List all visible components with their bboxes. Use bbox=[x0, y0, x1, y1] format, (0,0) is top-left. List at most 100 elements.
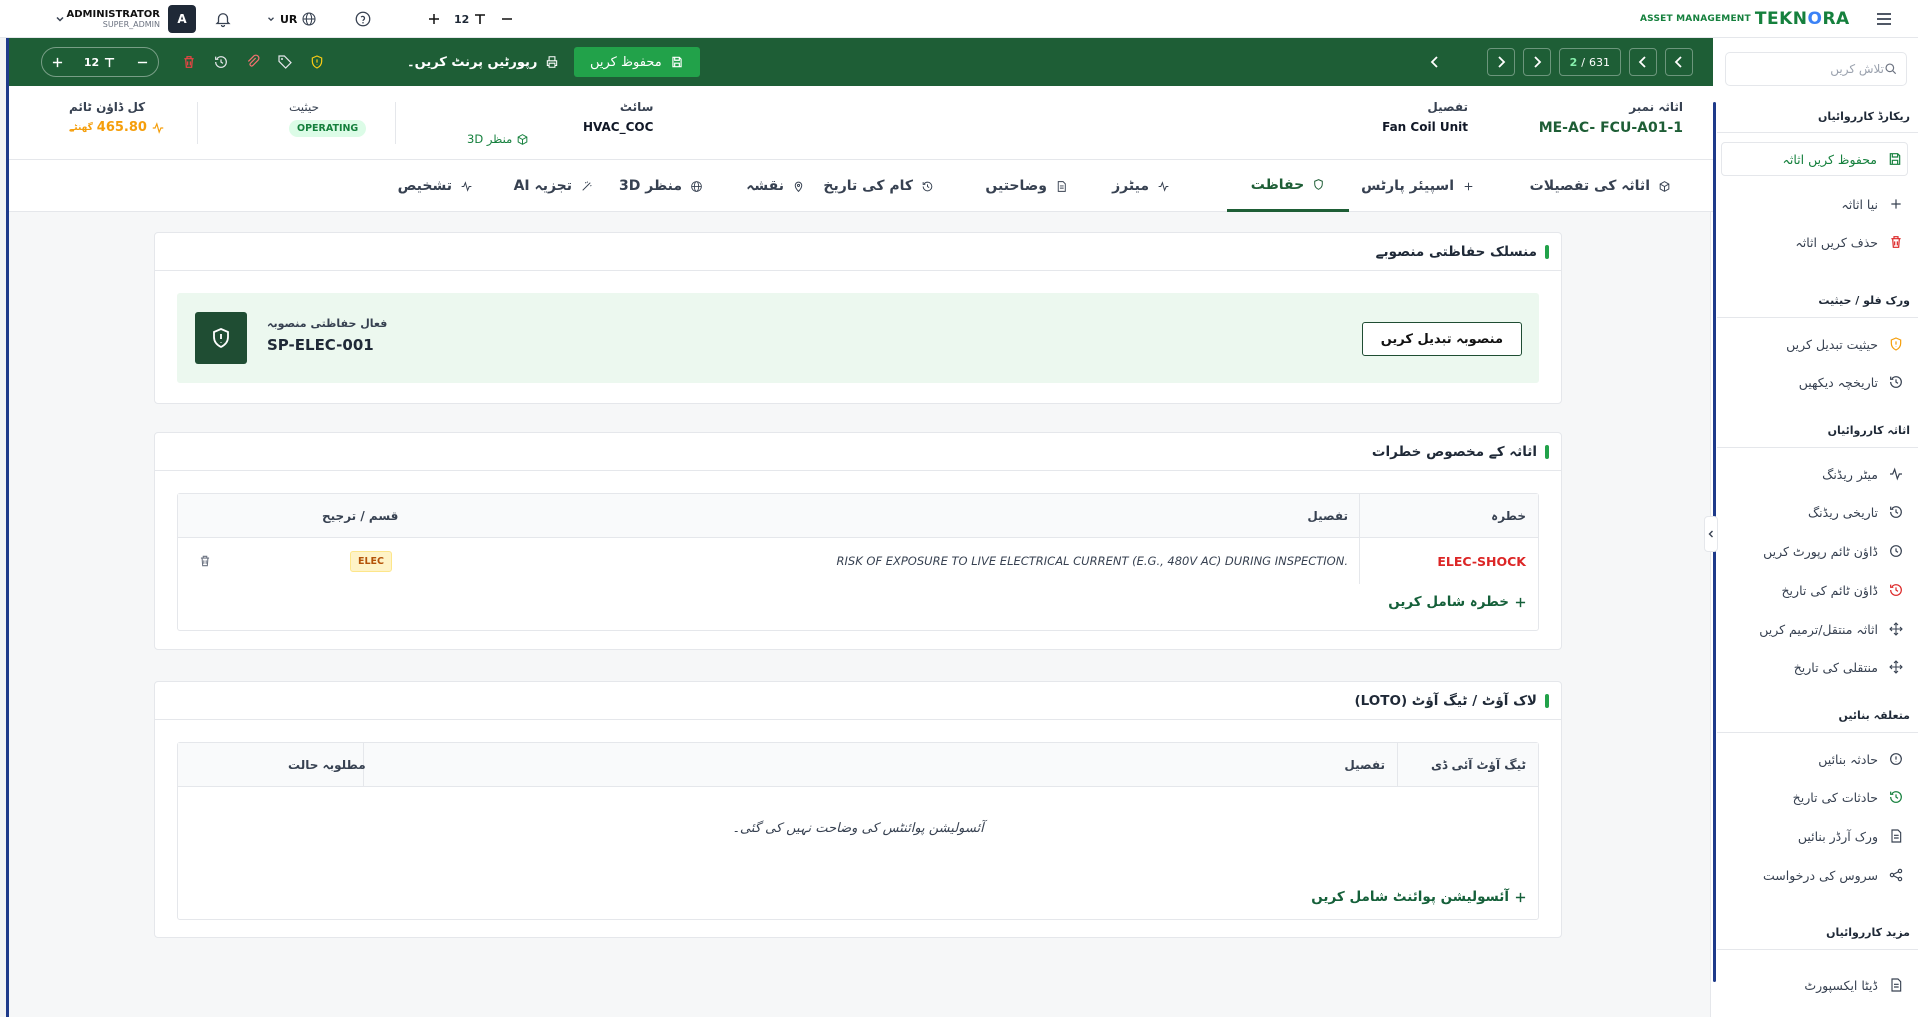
brand-subtitle: ASSET MANAGEMENT bbox=[1640, 14, 1751, 24]
sidebar-item-label: ڈاؤن ٹائم کی تاریخ bbox=[1781, 582, 1878, 598]
sidebar-item-create-incident[interactable]: حادثہ بنائیں bbox=[1721, 742, 1908, 776]
sidebar-item-service-request[interactable]: سروس کی درخواست bbox=[1721, 858, 1908, 892]
page-current: 2 bbox=[1569, 55, 1578, 69]
total-downtime-field: کل ڈاؤن ٹائم 465.80 گھنٹے bbox=[69, 100, 165, 135]
delete-icon[interactable] bbox=[181, 54, 197, 70]
sidebar-item-move-asset[interactable]: اثاثہ منتقل/ترمیم کریں bbox=[1721, 612, 1908, 646]
sidebar: ریکارڈ کارروائیاں محفوظ کریں اثاثہ نیا ا… bbox=[1710, 38, 1918, 1017]
hamburger-menu-icon[interactable] bbox=[1874, 0, 1898, 38]
sidebar-item-incident-history[interactable]: حادثات کی تاریخ bbox=[1721, 780, 1908, 814]
sidebar-item-history[interactable]: تاریخچہ دیکھیں bbox=[1721, 365, 1908, 399]
tab-meters[interactable]: میٹرز bbox=[1112, 160, 1170, 212]
print-reports-button[interactable]: رپورٹیں پرنٹ کریں۔ bbox=[407, 47, 559, 77]
document-icon bbox=[1891, 978, 1902, 992]
brand-logo[interactable]: ASSET MANAGEMENT TEKNORA bbox=[1640, 0, 1850, 38]
tab-3d-view[interactable]: 3D منظر bbox=[619, 160, 703, 212]
globe-icon bbox=[302, 12, 316, 26]
sidebar-item-create-work-order[interactable]: ورک آرڈر بنائیں bbox=[1721, 819, 1908, 853]
tab-diagnosis[interactable]: تشخیص bbox=[398, 160, 473, 212]
tab-label: حفاظت bbox=[1250, 176, 1305, 193]
printer-icon bbox=[547, 56, 558, 68]
language-switcher[interactable]: UR bbox=[266, 0, 317, 38]
activity-icon bbox=[152, 121, 164, 134]
font-decrease-button[interactable] bbox=[501, 13, 513, 25]
history-icon[interactable] bbox=[213, 54, 229, 70]
add-hazard-button[interactable]: خطرہ شامل کریں bbox=[1388, 594, 1526, 610]
sidebar-item-label: نیا اثاثہ bbox=[1841, 196, 1878, 212]
asset-number-field: اثاثہ نمبر ME-AC- FCU-A01-1 bbox=[1539, 100, 1683, 136]
hazard-code: ELEC-SHOCK bbox=[1437, 553, 1526, 569]
cube-icon bbox=[517, 133, 528, 145]
help-icon[interactable] bbox=[354, 0, 376, 38]
document-icon bbox=[1057, 180, 1066, 192]
active-plan-info: فعال حفاظتی منصوبہ SP-ELEC-001 bbox=[267, 317, 387, 354]
hazard-description: RISK OF EXPOSURE TO LIVE ELECTRICAL CURR… bbox=[836, 554, 1348, 568]
page-indicator: 2 / 631 bbox=[1558, 48, 1621, 76]
toolbar-icons bbox=[181, 48, 325, 76]
site-label: سائٹ bbox=[619, 100, 654, 114]
tab-spare-parts[interactable]: اسپیئر پارٹس bbox=[1361, 160, 1475, 212]
description-field: تفصیل Fan Coil Unit bbox=[1382, 100, 1468, 134]
tab-label: میٹرز bbox=[1112, 178, 1149, 194]
save-button[interactable]: محفوظ کریں bbox=[574, 47, 700, 77]
move-icon bbox=[1889, 622, 1903, 636]
last-record-button[interactable] bbox=[1665, 48, 1693, 76]
attachment-icon[interactable] bbox=[245, 54, 261, 70]
avatar[interactable]: A bbox=[168, 5, 196, 33]
view-3d-link[interactable]: 3D منظر bbox=[467, 132, 529, 146]
tab-ai-analysis[interactable]: AI تجزیہ bbox=[514, 160, 593, 212]
divider bbox=[1717, 732, 1918, 733]
sidebar-item-new[interactable]: نیا اثاثہ bbox=[1721, 187, 1908, 221]
change-plan-button[interactable]: منصوبہ تبدیل کریں bbox=[1361, 322, 1522, 356]
brand-name: TEKNORA bbox=[1754, 9, 1850, 29]
column-header-description: تفصیل bbox=[1307, 508, 1348, 523]
sidebar-item-save[interactable]: محفوظ کریں اثاثہ bbox=[1721, 142, 1908, 176]
description-value: Fan Coil Unit bbox=[1382, 120, 1468, 134]
notifications-bell-icon[interactable] bbox=[214, 0, 236, 38]
prev-record-arrow-icon[interactable] bbox=[1421, 48, 1449, 76]
sidebar-item-label: ڈیٹا ایکسپورٹ bbox=[1804, 977, 1878, 993]
sidebar-item-delete[interactable]: حذف کریں اثاثہ bbox=[1721, 225, 1908, 259]
shield-alert-icon[interactable] bbox=[309, 54, 325, 70]
prev-record-button[interactable] bbox=[1522, 48, 1551, 76]
first-record-button[interactable] bbox=[1486, 48, 1515, 76]
search-icon[interactable] bbox=[1884, 62, 1898, 76]
clock-icon bbox=[1890, 545, 1902, 557]
sidebar-item-label: حیثیت تبدیل کریں bbox=[1786, 336, 1878, 352]
search-input[interactable] bbox=[1734, 62, 1884, 76]
font-decrease-button[interactable] bbox=[137, 57, 148, 68]
next-record-button[interactable] bbox=[1629, 48, 1657, 76]
column-separator bbox=[1397, 743, 1398, 786]
section-more-actions: مزید کارروائیاں bbox=[1826, 926, 1910, 939]
tab-work-history[interactable]: کام کی تاریخ bbox=[823, 160, 934, 212]
tab-map[interactable]: نقشہ bbox=[746, 160, 805, 212]
sidebar-item-move-history[interactable]: منتقلی کی تاریخ bbox=[1721, 650, 1908, 684]
delete-hazard-icon[interactable] bbox=[198, 538, 212, 584]
history-icon bbox=[1890, 791, 1902, 803]
sidebar-collapse-button[interactable] bbox=[1704, 516, 1718, 552]
shield-icon bbox=[1890, 337, 1902, 351]
tag-icon[interactable] bbox=[277, 54, 293, 70]
history-icon bbox=[922, 181, 933, 191]
sidebar-item-downtime-report[interactable]: ڈاؤن ٹائم رپورٹ کریں bbox=[1721, 534, 1908, 568]
column-header-hazard: خطرہ bbox=[1491, 508, 1526, 523]
tab-safety[interactable]: حفاظت bbox=[1227, 160, 1349, 212]
status-label: حیثیت bbox=[289, 100, 320, 114]
sidebar-item-meter-reading[interactable]: میٹر ریڈنگ bbox=[1721, 457, 1908, 491]
sidebar-item-change-status[interactable]: حیثیت تبدیل کریں bbox=[1721, 327, 1908, 361]
column-header-required-state: مطلوبہ حالت bbox=[288, 757, 366, 772]
user-info[interactable]: ADMINISTRATOR SUPER_ADMIN bbox=[55, 0, 160, 38]
tab-label: اثاثہ کی تفصیلات bbox=[1529, 178, 1650, 194]
font-increase-button[interactable] bbox=[428, 13, 440, 25]
sidebar-item-downtime-history[interactable]: ڈاؤن ٹائم کی تاریخ bbox=[1721, 573, 1908, 607]
add-isolation-point-button[interactable]: آئسولیشن پوائنٹ شامل کریں bbox=[1311, 889, 1526, 905]
sidebar-item-data-export[interactable]: ڈیٹا ایکسپورٹ bbox=[1721, 968, 1908, 1002]
tab-asset-details[interactable]: اثاثہ کی تفصیلات bbox=[1530, 160, 1671, 212]
tab-specifications[interactable]: وضاحتیں bbox=[985, 160, 1068, 212]
divider bbox=[1717, 317, 1918, 318]
sidebar-item-label: ورک آرڈر بنائیں bbox=[1797, 828, 1878, 844]
font-increase-button[interactable] bbox=[52, 57, 63, 68]
sidebar-item-historical-reading[interactable]: تاریخی ریڈنگ bbox=[1721, 495, 1908, 529]
tab-label: تشخیص bbox=[397, 178, 452, 194]
active-plan-code: SP-ELEC-001 bbox=[267, 336, 374, 354]
